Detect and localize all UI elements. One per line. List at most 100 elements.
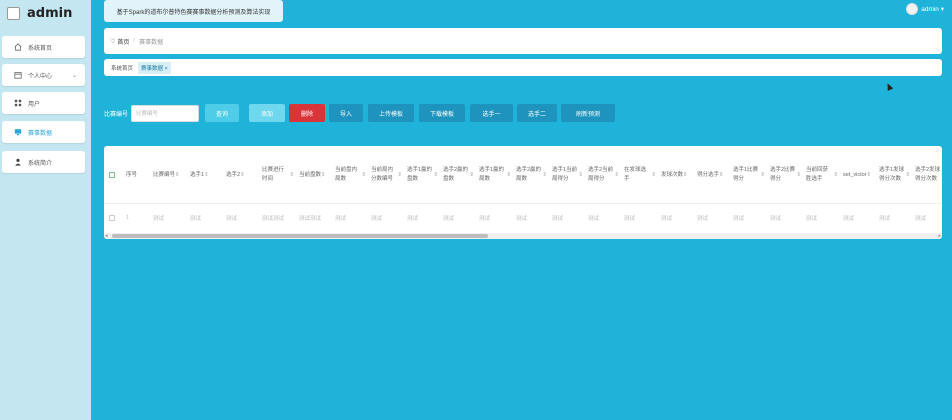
column-header[interactable]: 选手2比赛得分 ⇕ [765, 146, 801, 204]
table-header: 序号 比赛编号 ⇕ 选手1 ⇕ 选手2 ⇕ 比赛进行时间 ⇕ 当前盘数 ⇕ 当前盘内局数 ⇕… [104, 146, 942, 204]
person-icon [14, 158, 22, 166]
table-cell: 测试 [697, 215, 709, 222]
table-cell: 1 [126, 214, 130, 221]
forecast-button[interactable]: 刷新预测 [561, 104, 615, 122]
table-cell: 测试 [879, 215, 891, 222]
table-cell: 测试测试 [299, 215, 322, 222]
player2-button[interactable]: 选手二 [517, 104, 557, 122]
calendar-icon [14, 71, 22, 79]
table-cell: 测试 [371, 215, 383, 222]
sidebar-item-about[interactable]: 系统简介 [2, 151, 85, 173]
column-header-label: 比赛进行时间 [262, 167, 285, 182]
scroll-left-icon[interactable]: ◂ [105, 233, 108, 239]
column-header[interactable]: 当前回获胜选手 ⇕ [801, 146, 838, 204]
sort-icon[interactable]: ⇕ [175, 171, 180, 180]
column-header[interactable]: 选手2当前局得分 ⇕ [583, 146, 619, 204]
logo-icon [7, 7, 20, 20]
column-header[interactable]: set_victor ⇕ [838, 146, 874, 204]
column-header-label: 选手1赢的盘数 [407, 167, 433, 182]
table-cell: 测试 [407, 215, 419, 222]
column-header[interactable]: 选手2赢的盘数 ⇕ [438, 146, 474, 204]
horizontal-scrollbar[interactable]: ◂ ▸ [104, 233, 942, 239]
column-header[interactable]: 选手2发球得分次数 ⇕ [910, 146, 942, 204]
select-all-checkbox[interactable] [109, 172, 115, 178]
column-header[interactable]: 选手1当前局得分 ⇕ [547, 146, 583, 204]
column-header[interactable]: 在发球选手 ⇕ [619, 146, 656, 204]
table-cell: 测试 [733, 215, 745, 222]
table-cell: 测试测试 [262, 215, 285, 222]
query-button[interactable]: 查询 [205, 104, 239, 122]
sort-icon[interactable]: ⇕ [940, 171, 942, 180]
column-header[interactable]: 选手2赢的局数 ⇕ [511, 146, 547, 204]
sort-icon[interactable]: ⇕ [240, 171, 245, 180]
breadcrumb-home[interactable]: 首页 [117, 37, 129, 46]
column-header[interactable]: 当前盘内局数 ⇕ [330, 146, 366, 204]
sidebar-item-label: 系统简介 [28, 160, 53, 167]
table-cell: 测试 [226, 215, 238, 222]
sort-icon[interactable]: ⇕ [683, 171, 688, 180]
table-cell: 测试 [915, 215, 927, 222]
row-select-cell [104, 204, 121, 231]
sidebar-item-personal[interactable]: 个人中心 ⌄ [2, 64, 85, 86]
column-header-label: 选手1比赛得分 [733, 167, 759, 182]
column-header[interactable]: 比赛编号 ⇕ [148, 146, 185, 204]
sidebar-item-match-data[interactable]: 赛事数据 [2, 121, 85, 143]
upload-template-button[interactable]: 上传模板 [368, 104, 414, 122]
column-header-label: 当前局内分数编号 [371, 167, 394, 182]
row-checkbox[interactable] [109, 214, 115, 221]
mouse-cursor-icon [884, 82, 894, 91]
column-header[interactable]: 选手2 ⇕ [221, 146, 257, 204]
tag-match-data[interactable]: 赛事数据 × [138, 61, 171, 74]
table-cell: 测试 [806, 215, 818, 222]
import-button[interactable]: 导入 [329, 104, 363, 122]
column-header[interactable]: 选手1发球得分次数 ⇕ [874, 146, 910, 204]
column-header-label: 序号 [126, 171, 138, 178]
add-button[interactable]: 添加 [249, 104, 285, 122]
sort-icon[interactable]: ⇕ [719, 171, 724, 180]
sidebar-item-label: 赛事数据 [28, 130, 53, 137]
sidebar-item-label: 个人中心 [28, 73, 53, 80]
page-title: 基于Spark的道布尔普特色赛赛事数据分析预测及算法实现 [104, 0, 283, 22]
column-header-label: 得分选手 [697, 171, 720, 178]
column-header[interactable]: 当前盘数 ⇕ [294, 146, 330, 204]
column-header-label: 在发球选手 [624, 167, 647, 182]
user-name: admin ▾ [921, 6, 944, 13]
sidebar-item-home[interactable]: 系统首页 [2, 36, 85, 58]
column-header[interactable]: 选手1比赛得分 ⇕ [728, 146, 765, 204]
column-header-label: 选手2赢的局数 [516, 167, 542, 182]
avatar [906, 3, 919, 15]
column-header[interactable]: 选手1 ⇕ [185, 146, 221, 204]
column-header-label: 选手1当前局得分 [552, 167, 578, 182]
column-header[interactable]: 选手1赢的盘数 ⇕ [402, 146, 438, 204]
scrollbar-thumb[interactable] [112, 234, 488, 238]
monitor-icon [14, 128, 22, 136]
column-header[interactable]: 发球次数 ⇕ [656, 146, 692, 204]
table-cell: 测试 [770, 215, 782, 222]
user-menu[interactable]: admin ▾ [906, 3, 944, 15]
column-header[interactable]: 当前局内分数编号 ⇕ [366, 146, 402, 204]
column-header[interactable]: 选手1赢的局数 ⇕ [474, 146, 511, 204]
table-row[interactable]: 1 测试 测试 测试 测试测试 测试测试 测试 测试 测试 测试 测试 测试 测试 测试 测试 测试 测试 测试测… [104, 204, 942, 231]
column-header[interactable]: 比赛进行时间 ⇕ [257, 146, 294, 204]
column-header-label: 选手2 [226, 171, 241, 178]
player1-button[interactable]: 选手一 [470, 104, 513, 122]
tag-home[interactable]: 系统首页 [108, 62, 136, 74]
sidebar-item-label: 系统首页 [28, 45, 53, 52]
download-template-button[interactable]: 下载模板 [419, 104, 465, 122]
sort-icon[interactable]: ⇕ [867, 171, 872, 180]
breadcrumb-current: 赛事数据 [139, 39, 164, 46]
home-icon: ♡ [110, 38, 116, 45]
tags-bar: 系统首页 赛事数据 × [104, 59, 942, 76]
column-header-label: 当前盘内局数 [335, 167, 358, 182]
column-header[interactable]: 得分选手 ⇕ [692, 146, 728, 204]
delete-button[interactable]: 删除 [289, 104, 325, 122]
column-header-label: 当前回获胜选手 [806, 167, 829, 182]
sort-icon[interactable]: ⇕ [321, 171, 326, 180]
column-header-label: 选手1赢的局数 [479, 167, 505, 182]
scroll-right-icon[interactable]: ▸ [938, 233, 941, 239]
table-cell: 测试 [335, 215, 347, 222]
sort-icon[interactable]: ⇕ [204, 171, 209, 180]
sidebar: admin 系统首页 个人中心 ⌄ 用户 赛事数据 系统简介 [0, 0, 91, 420]
table-cell: 测试 [443, 215, 455, 222]
table-cell: 测试 [479, 215, 491, 222]
